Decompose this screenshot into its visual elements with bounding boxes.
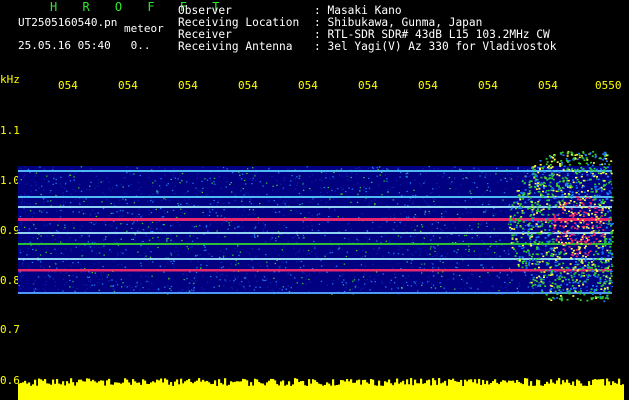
spectrogram-plot <box>18 96 624 400</box>
y-axis-unit: kHz <box>0 73 20 86</box>
x-tick-label: 054 <box>58 79 78 92</box>
power-bar <box>18 378 624 400</box>
info-row-antenna: Receiving Antenna : 3el Yagi(V) Az 330 f… <box>178 41 574 53</box>
status-value: 0.. <box>130 39 151 52</box>
x-tick-label: 054 <box>358 79 378 92</box>
carrier-line <box>18 218 612 221</box>
x-tick-label: 054 <box>418 79 438 92</box>
spectrogram-svg <box>18 151 624 400</box>
x-tick-label: 054 <box>298 79 318 92</box>
carrier-line <box>18 258 612 260</box>
x-tick-label: 054 <box>178 79 198 92</box>
y-tick-label: 1.0 <box>0 174 20 187</box>
detection-tag: meteor <box>124 22 164 35</box>
hrofft-spectrogram-window: H R O F F T UT2505160540.pn meteor 25.05… <box>0 0 629 400</box>
info-value: : 3el Yagi(V) Az 330 for Vladivostok <box>314 40 557 53</box>
filename-label: UT2505160540.pn <box>18 16 118 29</box>
y-tick-label: 0.8 <box>0 274 20 287</box>
y-tick-label: 0.6 <box>0 374 20 387</box>
datetime-label: 25.05.16 05:40 0.. <box>18 40 150 52</box>
carrier-line <box>18 170 612 172</box>
y-tick-label: 0.7 <box>0 323 20 336</box>
x-tick-label: 054 <box>538 79 558 92</box>
carrier-line <box>18 292 612 294</box>
station-info: Observer : Masaki Kano Receiving Locatio… <box>178 5 574 53</box>
carrier-line <box>18 196 612 198</box>
x-tick-label: 0550 <box>595 79 622 92</box>
info-label: Receiving Antenna <box>178 40 293 53</box>
x-tick-label: 054 <box>478 79 498 92</box>
y-tick-label: 1.1 <box>0 124 20 137</box>
x-tick-label: 054 <box>238 79 258 92</box>
datetime-value: 25.05.16 05:40 <box>18 39 111 52</box>
x-tick-label: 054 <box>118 79 138 92</box>
carrier-line <box>18 269 612 272</box>
noise-floor-band <box>18 166 612 294</box>
y-tick-label: 0.9 <box>0 224 20 237</box>
